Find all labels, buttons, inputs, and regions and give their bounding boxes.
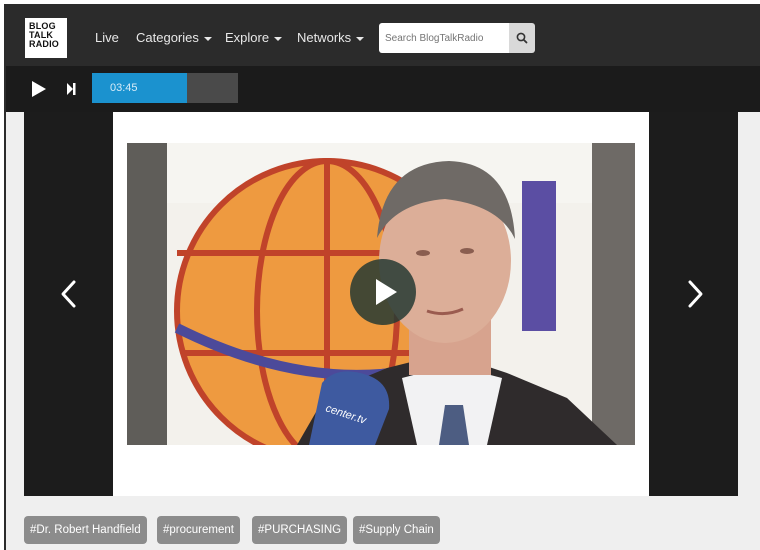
play-icon: [376, 279, 397, 305]
logo-line-3: RADIO: [29, 39, 59, 49]
media-carousel: center.tv: [24, 112, 738, 496]
nav-networks[interactable]: Networks: [297, 30, 365, 45]
search-input[interactable]: [379, 23, 509, 53]
top-nav: BLOG TALK RADIO Live Categories Explore …: [6, 6, 760, 66]
search-button[interactable]: [509, 23, 535, 53]
chevron-left-icon[interactable]: [54, 272, 84, 316]
page-frame: BLOG TALK RADIO Live Categories Explore …: [4, 4, 760, 550]
chevron-right-icon[interactable]: [680, 272, 710, 316]
skip-forward-icon[interactable]: [64, 82, 78, 96]
video-play-button[interactable]: [350, 259, 416, 325]
tag-item[interactable]: #procurement: [157, 516, 240, 544]
progress-fill: [92, 73, 187, 103]
audio-player: 03:45: [6, 66, 760, 112]
nav-networks-label: Networks: [297, 30, 352, 45]
chevron-down-icon: [274, 36, 283, 41]
tag-item[interactable]: #Dr. Robert Handfield: [24, 516, 147, 544]
nav-categories[interactable]: Categories: [136, 30, 212, 45]
chevron-down-icon: [203, 36, 212, 41]
carousel-slide: center.tv: [113, 112, 649, 496]
nav-live-label: Live: [95, 30, 119, 45]
video-thumbnail[interactable]: center.tv: [127, 143, 635, 445]
chevron-down-icon: [356, 36, 365, 41]
nav-explore-label: Explore: [225, 30, 270, 45]
search-icon: [516, 32, 528, 44]
play-icon[interactable]: [30, 80, 48, 98]
tag-item[interactable]: #PURCHASING: [252, 516, 348, 544]
progress-bar[interactable]: 03:45: [92, 73, 238, 103]
playback-time: 03:45: [110, 82, 138, 94]
nav-categories-label: Categories: [136, 30, 199, 45]
nav-live[interactable]: Live: [95, 30, 119, 45]
nav-explore[interactable]: Explore: [225, 30, 283, 45]
blogtalkradio-logo[interactable]: BLOG TALK RADIO: [25, 18, 67, 58]
tag-item[interactable]: #Supply Chain: [353, 516, 440, 544]
